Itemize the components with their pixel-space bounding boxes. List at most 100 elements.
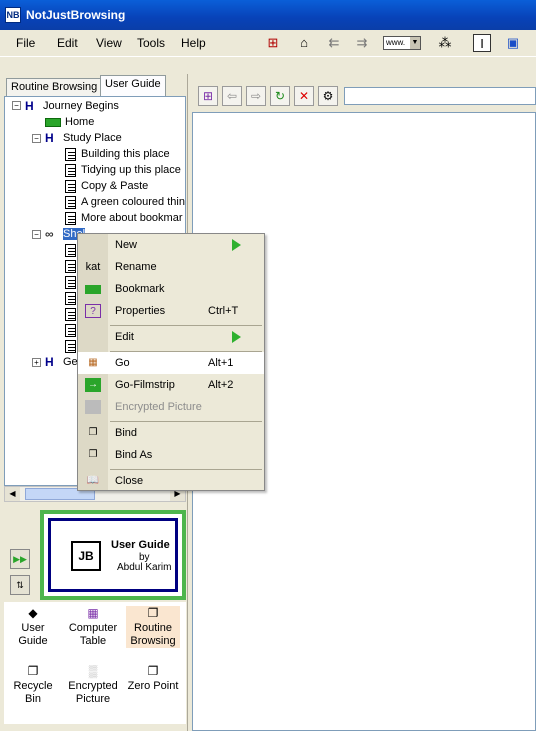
menu-item-encrypted-picture[interactable]: Encrypted Picture [78,396,264,418]
journey-icon: H [25,99,34,114]
submenu-arrow-icon [232,331,241,343]
settings-icon[interactable]: ⚙ [318,86,338,106]
menu-item-new[interactable]: New [78,234,264,256]
shortcut-panel: ◆ User Guide ▦ Computer Table ❐ Routine Bro… [4,602,186,724]
menu-item-go[interactable]: ▦ Go Alt+1 [78,352,264,374]
context-menu: New kat Rename Bookmark ? Properties Ctrl+T… [77,233,265,491]
document-icon [65,195,76,209]
sort-button[interactable]: ⇅ [10,575,30,595]
zero-point-icon: ❐ [147,664,159,678]
window-icon[interactable]: ▣ [504,34,522,52]
panel-tabs: Routine Browsing User Guide [0,74,190,96]
document-icon [65,243,76,257]
menu-item-bind-as[interactable]: ❐ Bind As [78,444,264,466]
menu-item-bind[interactable]: ❐ Bind [78,422,264,444]
shortcut-zero-point[interactable]: ❐ Zero Point [126,664,180,693]
guide-panel: JB User Guide by Abdul Karim [40,510,186,600]
bookmark-arrow-icon [45,117,61,127]
document-icon [65,339,76,353]
collapse-toggle[interactable]: − [32,230,41,239]
tab-routine-browsing[interactable]: Routine Browsing [6,78,103,96]
shortcut-recycle-bin[interactable]: ❐ Recycle Bin [6,664,60,706]
go-grid-icon: ▦ [88,357,98,368]
forward-arrow-icon[interactable]: ⇉ [353,34,371,52]
menu-item-bookmark[interactable]: Bookmark [78,278,264,300]
shortcut-computer-table[interactable]: ▦ Computer Table [66,606,120,648]
shortcut-encrypted-picture[interactable]: ▒ Encrypted Picture [66,664,120,706]
tree-item-study-place[interactable]: H Study Place [45,130,122,146]
document-icon [65,275,76,289]
folder-icon: H [45,355,54,370]
home-icon[interactable]: ⌂ [295,34,313,52]
url-input[interactable] [344,87,536,105]
refresh-icon[interactable]: ↻ [270,86,290,106]
guide-author: Abdul Karim [117,562,172,573]
folder-icon: H [45,131,54,146]
tab-user-guide[interactable]: User Guide [100,75,166,96]
menu-item-rename[interactable]: kat Rename [78,256,264,278]
tree-item-doc[interactable]: Tidying up this place [65,162,181,178]
bookmark-arrow-icon [85,285,101,294]
stop-icon[interactable]: ✕ [294,86,314,106]
collapse-toggle[interactable]: − [12,101,21,110]
tree-item-doc[interactable]: More about bookmar [65,210,183,226]
guide-card[interactable]: JB User Guide by Abdul Karim [48,518,178,592]
encrypted-picture-icon [85,400,101,414]
browser-toolbar: ⊞ ⇦ ⇨ ↻ ✕ ⚙ [192,84,536,110]
expand-toggle[interactable]: + [32,358,41,367]
tree-item-home[interactable]: Home [45,114,94,130]
submenu-arrow-icon [232,239,241,251]
menu-tools[interactable]: Tools [137,36,165,50]
guide-title: User Guide [111,539,170,551]
text-cursor-icon[interactable]: I [473,34,491,52]
filmstrip-icon: → [85,378,101,392]
document-icon [65,147,76,161]
menu-view[interactable]: View [96,36,122,50]
computer-table-icon: ▦ [87,606,99,620]
tree-item-doc[interactable]: Building this place [65,146,170,162]
glasses-icon: ∞ [45,227,54,242]
routine-icon: ❐ [147,606,159,620]
add-page-icon[interactable]: ⊞ [198,86,218,106]
encrypted-icon: ▒ [88,664,98,678]
jb-logo: JB [71,541,101,571]
forward-icon[interactable]: ⇨ [246,86,266,106]
scroll-left-icon[interactable]: ◀ [5,487,20,501]
document-icon [65,259,76,273]
app-icon: NB [5,7,21,23]
toolbar-separator [0,56,536,74]
document-icon [65,307,76,321]
tree-item-ge[interactable]: H Ge [45,354,78,370]
document-icon [65,163,76,177]
menu-help[interactable]: Help [181,36,206,50]
back-icon[interactable]: ⇦ [222,86,242,106]
tree-item-doc[interactable]: A green coloured thin [65,194,185,210]
tree-item-doc[interactable]: Copy & Paste [65,178,148,194]
document-icon [65,179,76,193]
close-book-icon: 📖 [86,475,100,486]
menu-item-close[interactable]: 📖 Close [78,470,264,492]
tree-item-journey[interactable]: H Journey Begins [25,98,119,114]
diamond-icon: ◆ [28,606,38,620]
collapse-toggle[interactable]: − [32,134,41,143]
back-arrow-icon[interactable]: ⇇ [325,34,343,52]
menu-file[interactable]: File [16,36,35,50]
tree-structure-icon[interactable]: ⊞ [264,34,282,52]
bookmark-button[interactable]: ▶▶ [10,549,30,569]
document-icon [65,211,76,225]
menu-edit[interactable]: Edit [57,36,78,50]
tools-icon[interactable]: ⁂ [436,34,454,52]
menu-item-properties[interactable]: ? Properties Ctrl+T [78,300,264,322]
title-bar: NB NotJustBrowsing [0,0,536,30]
document-icon [65,323,76,337]
recycle-icon: ❐ [27,664,39,678]
document-icon [65,291,76,305]
shortcut-user-guide[interactable]: ◆ User Guide [6,606,60,648]
address-dropdown[interactable]: www. ▼ [383,36,421,50]
menu-item-go-filmstrip[interactable]: → Go-Filmstrip Alt+2 [78,374,264,396]
shortcut-routine-browsing[interactable]: ❐ Routine Browsing [126,606,180,648]
rename-icon: kat [85,261,101,273]
chevron-down-icon[interactable]: ▼ [410,37,420,49]
bind-as-icon: ❐ [88,449,98,460]
menu-item-edit[interactable]: Edit [78,326,264,348]
